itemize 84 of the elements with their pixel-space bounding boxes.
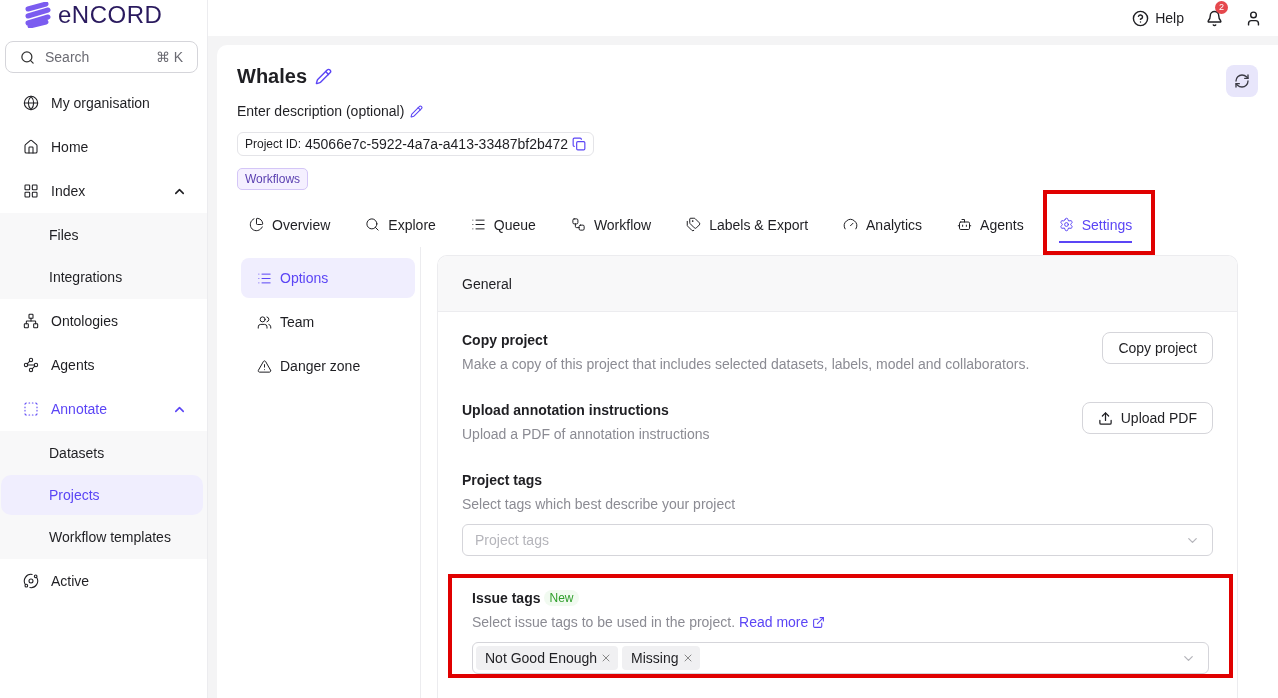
- tag-icon: [686, 217, 702, 232]
- project-description: Enter description (optional): [237, 103, 405, 119]
- grid-icon: [23, 183, 39, 199]
- section-description: Select issue tags to be used in the project.: [472, 614, 736, 630]
- section-title: Project tags: [462, 472, 544, 488]
- upload-icon: [1097, 410, 1113, 426]
- nodes-icon: [23, 357, 39, 373]
- sidebar-subitem[interactable]: Workflow templates: [1, 517, 203, 557]
- warning-icon: [257, 358, 272, 374]
- user-icon: [1245, 9, 1262, 27]
- copy-project-button[interactable]: Copy project: [1102, 332, 1213, 364]
- panel-header: General: [438, 256, 1237, 312]
- settings-icon: [1058, 217, 1074, 232]
- section-title: Upload annotation instructions: [462, 402, 670, 418]
- notification-count: 2: [1215, 0, 1228, 14]
- sidebar-subitem[interactable]: Projects: [1, 475, 203, 515]
- project-title: Whales: [237, 65, 308, 88]
- tab[interactable]: Agents: [945, 194, 1036, 251]
- sidebar-item[interactable]: Agents: [0, 343, 207, 387]
- search-icon: [20, 49, 35, 65]
- tab[interactable]: Labels & Export: [674, 194, 821, 251]
- issue-tags-select[interactable]: Not Good Enough Missing: [472, 642, 1209, 674]
- sidebar-item[interactable]: Home: [0, 125, 207, 169]
- gauge-icon: [843, 217, 859, 232]
- sidebar-item[interactable]: Index: [0, 169, 207, 213]
- tab[interactable]: Settings: [1046, 194, 1145, 251]
- edit-button[interactable]: [315, 68, 333, 85]
- help-icon: [1132, 9, 1150, 27]
- tab[interactable]: Queue: [458, 194, 548, 251]
- selection-icon: [23, 401, 39, 417]
- tab[interactable]: Workflow: [558, 194, 664, 251]
- pencil-icon: [315, 68, 333, 85]
- branch-icon: [23, 313, 39, 329]
- sidebar-item[interactable]: Ontologies: [0, 299, 207, 343]
- sidebar-item[interactable]: My organisation: [0, 81, 207, 125]
- home-icon: [23, 139, 39, 155]
- project-id: 45066e7c-5922-4a7a-a413-33487bf2b472: [305, 136, 569, 152]
- issue-tag-chip: Not Good Enough: [476, 646, 619, 670]
- pencil-icon: [410, 104, 424, 118]
- edit-button[interactable]: [410, 104, 424, 118]
- pie-chart-icon: [249, 217, 264, 232]
- section-title: Copy project: [462, 332, 549, 348]
- refresh-button[interactable]: [1226, 65, 1258, 97]
- help-button[interactable]: Help: [1132, 9, 1184, 27]
- search-field[interactable]: Search ⌘ K: [5, 41, 198, 73]
- sidebar-subitem[interactable]: Files: [1, 215, 203, 255]
- notifications-button[interactable]: [1206, 9, 1223, 27]
- sidebar-item[interactable]: Active: [0, 559, 207, 603]
- id-label: Project ID:: [245, 137, 301, 151]
- section-description: Select tags which best describe your project: [462, 496, 736, 512]
- external-link-icon: [812, 615, 826, 629]
- section-description: Make a copy of this project that includes selected datasets, labels, model and collaborators.: [462, 356, 1030, 372]
- settings-nav-item[interactable]: Danger zone: [241, 346, 415, 386]
- section-description: Upload a PDF of annotation instructions: [462, 426, 710, 442]
- list-icon: [257, 270, 272, 286]
- sidebar-item[interactable]: Annotate: [0, 387, 207, 431]
- list-icon: [470, 217, 486, 232]
- brand-name: eNCORD: [58, 3, 163, 27]
- tab[interactable]: Overview: [237, 194, 343, 251]
- sidebar-subitem[interactable]: Integrations: [1, 257, 203, 297]
- robot-icon: [957, 217, 973, 232]
- user-button[interactable]: [1245, 9, 1262, 27]
- tab[interactable]: Analytics: [831, 194, 935, 251]
- copy-icon: [572, 137, 587, 151]
- section-title: Issue tags: [472, 590, 541, 606]
- tab[interactable]: Explore: [353, 194, 448, 251]
- issue-tag-chip: Missing: [622, 646, 700, 670]
- settings-nav-item[interactable]: Team: [241, 302, 415, 342]
- globe-icon: [23, 95, 39, 111]
- sidebar-subitem[interactable]: Datasets: [1, 433, 203, 473]
- search-icon: [365, 217, 381, 232]
- workflows-tag: Workflows: [237, 168, 309, 190]
- workflow-icon: [570, 217, 586, 232]
- refresh-icon: [1234, 73, 1250, 89]
- shortcut-hint: ⌘ K: [155, 49, 183, 65]
- read-more-link[interactable]: Read more: [739, 614, 826, 630]
- users-icon: [257, 314, 272, 330]
- new-badge: New: [544, 590, 579, 606]
- settings-nav-item[interactable]: Options: [241, 258, 415, 298]
- bell-icon: [1206, 9, 1223, 27]
- logo-icon: [24, 2, 52, 28]
- orbit-icon: [23, 573, 39, 589]
- upload-pdf-button[interactable]: Upload PDF: [1081, 402, 1213, 434]
- copy-button[interactable]: [572, 137, 587, 151]
